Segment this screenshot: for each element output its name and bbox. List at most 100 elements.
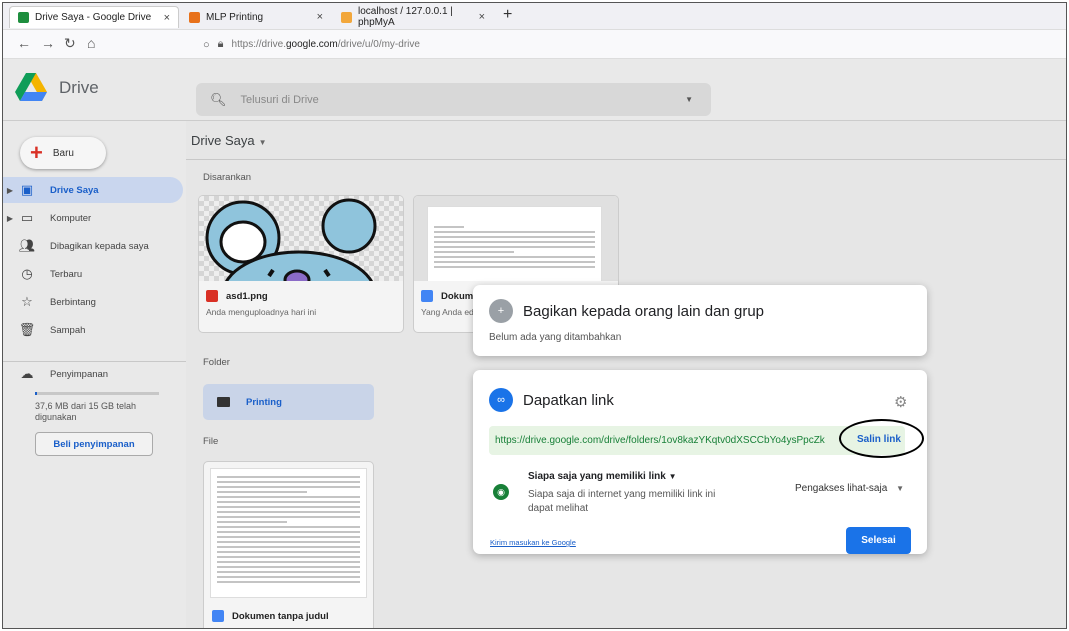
sidebar-item-label: Penyimpanan (50, 368, 109, 380)
browser-tab-bar: Drive Saya - Google Drive × MLP Printing… (3, 3, 1066, 30)
image-file-icon (206, 290, 218, 302)
storage-bar (35, 392, 159, 395)
access-title: Siapa saja yang memiliki link (528, 471, 666, 482)
drive-logo-icon[interactable] (15, 73, 47, 101)
storage-usage-text: 37,6 MB dari 15 GB telah digunakan (35, 401, 137, 422)
done-button[interactable]: Selesai (846, 527, 911, 554)
new-button[interactable]: + Baru (20, 137, 106, 169)
back-arrow-icon[interactable]: ← (17, 35, 31, 51)
browser-nav-bar: ← → ↻ ⌂ ○ 🔒︎ https://drive. google.com/dr… (3, 30, 1066, 59)
url-path: /drive/u/0/my-drive (337, 39, 420, 50)
new-button-label: Baru (52, 147, 74, 159)
drive-brand[interactable]: Drive (59, 78, 99, 98)
file-name-text: Dokumen tanpa judul (232, 610, 329, 622)
sidebar-item-label: Drive Saya (50, 184, 99, 196)
folder-name: Printing (246, 396, 282, 408)
copy-link-button[interactable]: Salin link (857, 434, 901, 445)
close-tab-icon[interactable]: × (317, 11, 323, 23)
share-dialog-subtitle: Belum ada yang ditambahkan (489, 332, 622, 343)
card-name: asd1.png (206, 290, 268, 302)
tab-title: Drive Saya - Google Drive (35, 12, 152, 23)
share-dialog: + Bagikan kepada orang lain dan grup Bel… (473, 285, 927, 356)
sidebar-item-starred[interactable]: ☆ Berbintang (3, 289, 183, 315)
shared-folder-icon (217, 397, 230, 407)
browser-tab-mlp[interactable]: MLP Printing × (181, 6, 331, 28)
role-label: Pengakses lihat-saja (795, 483, 888, 494)
search-icon[interactable]: 🔍︎ (210, 92, 227, 108)
access-description: Siapa saja di internet yang memiliki lin… (528, 489, 716, 514)
browser-tab-phpmyadmin[interactable]: localhost / 127.0.0.1 | phpMyA × (333, 6, 493, 28)
forward-arrow-icon[interactable]: → (41, 35, 55, 51)
page-title[interactable]: Drive Saya ▼ (191, 133, 267, 148)
role-dropdown[interactable]: Pengakses lihat-saja ▼ (795, 483, 904, 494)
star-icon: ☆ (21, 294, 33, 309)
send-feedback-link[interactable]: Kirim masukan ke Google (490, 538, 576, 547)
shield-icon: ○ (203, 38, 210, 51)
doc-file-icon (421, 290, 433, 302)
link-icon: ∞ (489, 388, 513, 412)
phpmyadmin-favicon-icon (341, 11, 352, 23)
chevron-down-icon[interactable]: ▼ (669, 472, 677, 481)
suggested-card-image[interactable]: asd1.png Anda menguploadnya hari ini (198, 195, 404, 333)
expand-arrow-icon[interactable]: ▶ (3, 186, 17, 195)
file-name: Dokumen tanpa judul (212, 610, 329, 622)
search-bar[interactable]: 🔍︎ Telusuri di Drive ▼ (196, 83, 711, 116)
page-title-text: Drive Saya (191, 133, 255, 148)
sidebar: + Baru ▶ ▣ Drive Saya ▶ ▭ Komputer 👥︎ Di… (3, 121, 186, 628)
card-subtitle: Anda menguploadnya hari ini (206, 307, 317, 317)
trash-icon: 🗑︎ (18, 322, 36, 337)
url-bar[interactable]: ○ 🔒︎ https://drive. google.com/drive/u/0/… (203, 34, 1063, 55)
chevron-down-icon[interactable]: ▼ (896, 484, 904, 493)
folder-printing[interactable]: Printing (203, 384, 374, 420)
new-tab-button[interactable]: + (503, 6, 512, 24)
document-thumbnail (414, 196, 618, 281)
computer-icon: ▭ (20, 210, 34, 225)
close-tab-icon[interactable]: × (164, 12, 170, 24)
card-name-text: asd1.png (226, 290, 268, 302)
sidebar-item-label: Komputer (50, 212, 92, 224)
home-icon[interactable]: ⌂ (87, 35, 95, 51)
mlp-favicon-icon (189, 11, 200, 23)
chevron-down-icon[interactable]: ▼ (259, 138, 267, 147)
sidebar-item-trash[interactable]: 🗑︎ Sampah (3, 317, 183, 343)
sidebar-item-shared[interactable]: 👥︎ Dibagikan kepada saya (3, 233, 183, 259)
image-thumbnail (199, 196, 403, 281)
gear-icon[interactable]: ⚙ (894, 393, 907, 411)
screenshot-frame: Drive Saya - Google Drive × MLP Printing… (2, 2, 1067, 629)
get-link-dialog: ∞ Dapatkan link ⚙ https://drive.google.c… (473, 370, 927, 554)
sidebar-item-my-drive[interactable]: ▶ ▣ Drive Saya (3, 177, 183, 203)
file-section-label: File (203, 436, 219, 447)
reload-icon[interactable]: ↻ (64, 35, 76, 52)
sidebar-item-label: Dibagikan kepada saya (50, 240, 149, 252)
sidebar-item-storage[interactable]: ☁︎ Penyimpanan (3, 361, 183, 387)
add-person-icon: + (489, 299, 513, 323)
tab-title: MLP Printing (206, 11, 264, 23)
plus-icon: + (30, 140, 43, 165)
sidebar-item-label: Terbaru (50, 268, 83, 280)
my-drive-icon: ▣ (20, 182, 34, 197)
bear-drawing-icon (205, 198, 377, 281)
search-input[interactable]: Telusuri di Drive (241, 94, 319, 106)
expand-arrow-icon[interactable]: ▶ (3, 214, 17, 223)
lock-icon: 🔒︎ (217, 38, 224, 50)
folder-section-label: Folder (203, 357, 230, 368)
buy-storage-button[interactable]: Beli penyimpanan (35, 432, 153, 456)
header-divider (186, 159, 1066, 160)
sidebar-item-recent[interactable]: ◷ Terbaru (3, 261, 183, 287)
doc-file-icon (212, 610, 224, 622)
file-card[interactable]: Dokumen tanpa judul (203, 461, 374, 628)
drive-favicon-icon (18, 12, 29, 23)
share-link-field[interactable]: https://drive.google.com/drive/folders/1… (489, 426, 905, 455)
sidebar-item-label: Berbintang (50, 296, 96, 308)
browser-tab-drive[interactable]: Drive Saya - Google Drive × (9, 6, 179, 28)
sidebar-item-computers[interactable]: ▶ ▭ Komputer (3, 205, 183, 231)
access-dropdown[interactable]: Siapa saja yang memiliki link ▼ (528, 471, 677, 482)
close-tab-icon[interactable]: × (479, 11, 485, 23)
cloud-icon: ☁︎ (20, 366, 34, 381)
globe-icon: ◉ (493, 484, 509, 500)
drive-header: Drive 🔍︎ Telusuri di Drive ▼ (3, 59, 1066, 121)
search-options-icon[interactable]: ▼ (685, 95, 693, 104)
link-dialog-title: Dapatkan link (523, 392, 614, 409)
url-prefix: https://drive. (231, 39, 286, 50)
share-link-text[interactable]: https://drive.google.com/drive/folders/1… (495, 435, 825, 446)
